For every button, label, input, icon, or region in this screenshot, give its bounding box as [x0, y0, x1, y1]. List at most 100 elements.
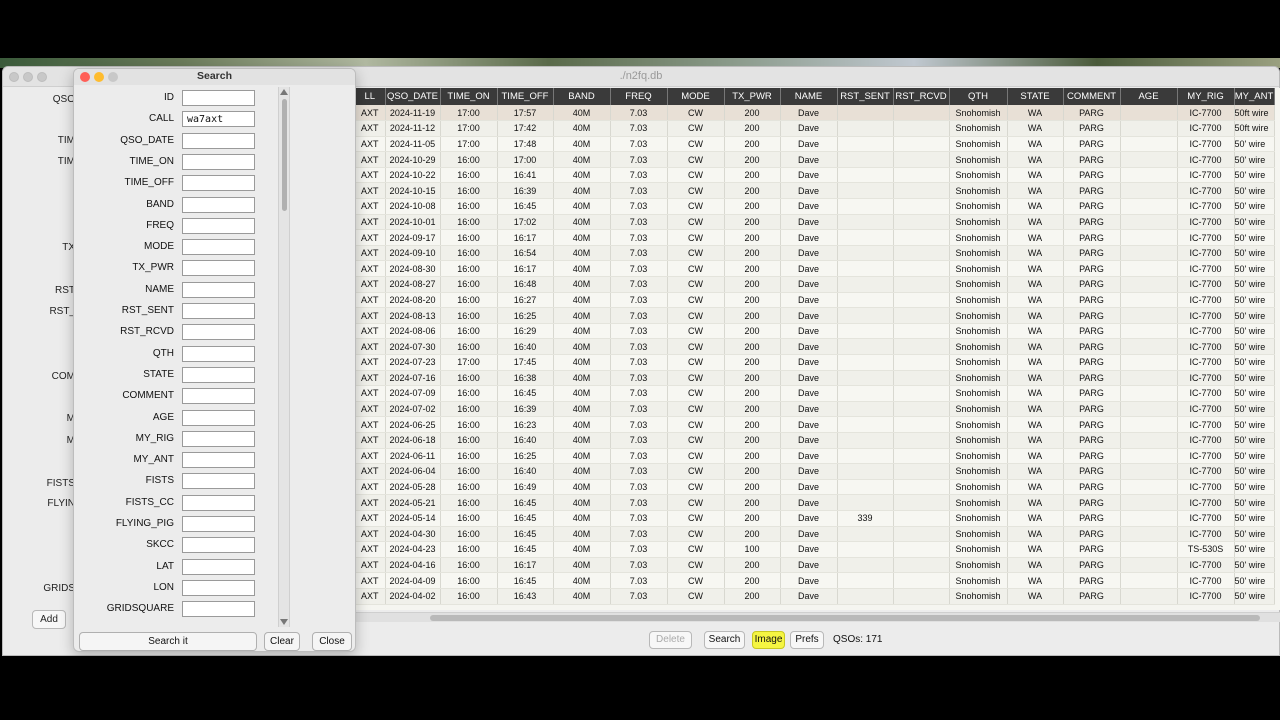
search-field-input[interactable] — [182, 153, 255, 170]
search-dialog-titlebar[interactable]: Search — [74, 69, 355, 85]
image-button[interactable]: Image — [752, 631, 785, 649]
search-button[interactable]: Search — [704, 631, 745, 649]
column-header[interactable]: RST_RCVD — [893, 88, 950, 105]
column-header[interactable]: AGE — [1120, 88, 1178, 105]
table-row[interactable]: AXT 2024-07-23 17:00 17:45 40M 7.03 CW 200 Dave S… — [355, 354, 1275, 371]
table-row[interactable]: AXT 2024-05-14 16:00 16:45 40M 7.03 CW 200 Dave 3… — [355, 510, 1275, 527]
table-cell: CW — [667, 307, 725, 324]
horizontal-scrollbar[interactable] — [355, 612, 1280, 622]
search-field-input[interactable] — [182, 217, 255, 234]
column-header[interactable]: QSO_DATE — [385, 88, 441, 105]
table-row[interactable]: AXT 2024-06-11 16:00 16:25 40M 7.03 CW 200 Dave S… — [355, 448, 1275, 465]
table-cell: 16:45 — [497, 510, 554, 527]
table-header-row: LL QSO_DATE TIME_ON TIME_OFF BAND FREQ MODE TX_… — [355, 88, 1275, 105]
search-dialog-title: Search — [196, 70, 233, 82]
table-row[interactable]: AXT 2024-08-13 16:00 16:25 40M 7.03 CW 200 Dave S… — [355, 307, 1275, 324]
table-row[interactable]: AXT 2024-10-29 16:00 17:00 40M 7.03 CW 200 Dave S… — [355, 151, 1275, 168]
column-header[interactable]: LL — [355, 88, 386, 105]
table-row[interactable]: AXT 2024-05-28 16:00 16:49 40M 7.03 CW 200 Dave S… — [355, 479, 1275, 496]
scroll-down-arrow-icon[interactable] — [280, 619, 288, 625]
search-field-input[interactable] — [182, 303, 255, 319]
column-header[interactable]: MY_RIG — [1177, 88, 1235, 105]
column-header[interactable]: COMMENT — [1063, 88, 1121, 105]
table-row[interactable]: AXT 2024-10-08 16:00 16:45 40M 7.03 CW 200 Dave S… — [355, 198, 1275, 215]
table-row[interactable]: AXT 2024-08-20 16:00 16:27 40M 7.03 CW 200 Dave S… — [355, 292, 1275, 309]
table-cell: AXT — [355, 432, 386, 449]
vertical-scrollbar[interactable] — [278, 87, 290, 627]
search-field-input[interactable] — [182, 494, 255, 511]
search-field-input[interactable] — [182, 452, 255, 469]
column-header[interactable]: NAME — [780, 88, 838, 105]
table-row[interactable]: AXT 2024-08-06 16:00 16:29 40M 7.03 CW 200 Dave S… — [355, 323, 1275, 340]
clear-button[interactable]: Clear — [264, 632, 300, 651]
table-cell: 17:00 — [497, 151, 554, 168]
column-header[interactable]: MY_ANT — [1234, 88, 1275, 105]
horizontal-scroll-thumb[interactable] — [430, 615, 1260, 621]
table-row[interactable]: AXT 2024-09-10 16:00 16:54 40M 7.03 CW 200 Dave S… — [355, 245, 1275, 262]
vertical-scroll-thumb[interactable] — [282, 99, 287, 211]
search-field-input[interactable] — [182, 473, 255, 490]
search-field-input[interactable] — [182, 324, 255, 341]
table-row[interactable]: AXT 2024-04-23 16:00 16:45 40M 7.03 CW 100 Dave S… — [355, 541, 1275, 558]
search-field-input[interactable] — [182, 239, 255, 256]
search-field-input[interactable] — [182, 345, 255, 362]
column-header[interactable]: RST_SENT — [837, 88, 894, 105]
search-field-input[interactable] — [182, 579, 255, 596]
table-row[interactable]: AXT 2024-07-09 16:00 16:45 40M 7.03 CW 200 Dave S… — [355, 385, 1275, 402]
table-row[interactable]: AXT 2024-05-21 16:00 16:45 40M 7.03 CW 200 Dave S… — [355, 494, 1275, 511]
column-header[interactable]: TX_PWR — [724, 88, 781, 105]
search-field-input[interactable] — [182, 175, 255, 192]
table-row[interactable]: AXT 2024-11-05 17:00 17:48 40M 7.03 CW 200 Dave S… — [355, 136, 1275, 153]
search-field-input[interactable] — [182, 430, 255, 447]
table-cell — [1120, 370, 1178, 387]
table-row[interactable]: AXT 2024-10-15 16:00 16:39 40M 7.03 CW 200 Dave S… — [355, 182, 1275, 200]
search-field-input[interactable] — [182, 260, 255, 277]
table-row[interactable]: AXT 2024-06-18 16:00 16:40 40M 7.03 CW 200 Dave S… — [355, 432, 1275, 449]
table-cell: 16:00 — [440, 229, 498, 246]
search-field-input[interactable] — [182, 516, 255, 532]
search-field-input[interactable] — [182, 558, 255, 575]
table-row[interactable]: AXT 2024-07-02 16:00 16:39 40M 7.03 CW 200 Dave S… — [355, 401, 1275, 418]
column-header[interactable]: MODE — [667, 88, 725, 105]
table-row[interactable]: AXT 2024-06-25 16:00 16:23 40M 7.03 CW 200 Dave S… — [355, 416, 1275, 433]
prefs-button[interactable]: Prefs — [790, 631, 824, 649]
qso-table[interactable]: LL QSO_DATE TIME_ON TIME_OFF BAND FREQ MODE TX_… — [355, 88, 1280, 610]
table-row[interactable]: AXT 2024-08-27 16:00 16:48 40M 7.03 CW 200 Dave S… — [355, 276, 1275, 293]
table-row[interactable]: AXT 2024-09-17 16:00 16:17 40M 7.03 CW 200 Dave S… — [355, 229, 1275, 246]
delete-button[interactable]: Delete — [649, 631, 692, 649]
table-row[interactable]: AXT 2024-10-01 16:00 17:02 40M 7.03 CW 200 Dave S… — [355, 214, 1275, 231]
search-field-input[interactable] — [182, 388, 255, 405]
table-row[interactable]: AXT 2024-04-09 16:00 16:45 40M 7.03 CW 200 Dave S… — [355, 572, 1275, 589]
search-field-input[interactable] — [182, 601, 255, 618]
column-header[interactable]: BAND — [553, 88, 611, 105]
table-row[interactable]: AXT 2024-07-16 16:00 16:38 40M 7.03 CW 200 Dave S… — [355, 370, 1275, 387]
scroll-up-arrow-icon[interactable] — [280, 89, 288, 95]
table-row[interactable]: AXT 2024-07-30 16:00 16:40 40M 7.03 CW 200 Dave S… — [355, 338, 1275, 355]
table-row[interactable]: AXT 2024-11-12 17:00 17:42 40M 7.03 CW 200 Dave S… — [355, 120, 1275, 137]
table-cell: 16:00 — [440, 588, 498, 605]
close-button[interactable]: Close — [312, 632, 352, 651]
search-field-input[interactable] — [182, 132, 255, 149]
search-field-input[interactable] — [182, 409, 255, 426]
search-field-input[interactable] — [182, 111, 255, 128]
search-field-input[interactable] — [182, 366, 255, 383]
table-row[interactable]: AXT 2024-04-02 16:00 16:43 40M 7.03 CW 200 Dave S… — [355, 588, 1275, 605]
table-row[interactable]: AXT 2024-06-04 16:00 16:40 40M 7.03 CW 200 Dave S… — [355, 463, 1275, 480]
add-button[interactable]: Add — [32, 610, 66, 629]
search-it-button[interactable]: Search it — [79, 632, 257, 651]
column-header[interactable]: STATE — [1007, 88, 1064, 105]
search-field-input[interactable] — [182, 196, 255, 213]
column-header[interactable]: QTH — [949, 88, 1008, 105]
column-header[interactable]: TIME_ON — [440, 88, 498, 105]
search-field-input[interactable] — [182, 281, 255, 298]
table-row[interactable]: AXT 2024-04-30 16:00 16:45 40M 7.03 CW 200 Dave S… — [355, 526, 1275, 543]
table-row[interactable]: AXT 2024-08-30 16:00 16:17 40M 7.03 CW 200 Dave S… — [355, 260, 1275, 278]
search-field-input[interactable] — [182, 90, 255, 106]
table-row[interactable]: AXT 2024-04-16 16:00 16:17 40M 7.03 CW 200 Dave S… — [355, 557, 1275, 574]
column-header[interactable]: TIME_OFF — [497, 88, 554, 105]
table-row[interactable]: AXT 2024-11-19 17:00 17:57 40M 7.03 CW 200 Dave S… — [355, 105, 1275, 122]
column-header[interactable]: FREQ — [610, 88, 668, 105]
search-field-input[interactable] — [182, 537, 255, 554]
table-cell: 2024-07-23 — [385, 354, 441, 371]
table-row[interactable]: AXT 2024-10-22 16:00 16:41 40M 7.03 CW 200 Dave S… — [355, 167, 1275, 184]
